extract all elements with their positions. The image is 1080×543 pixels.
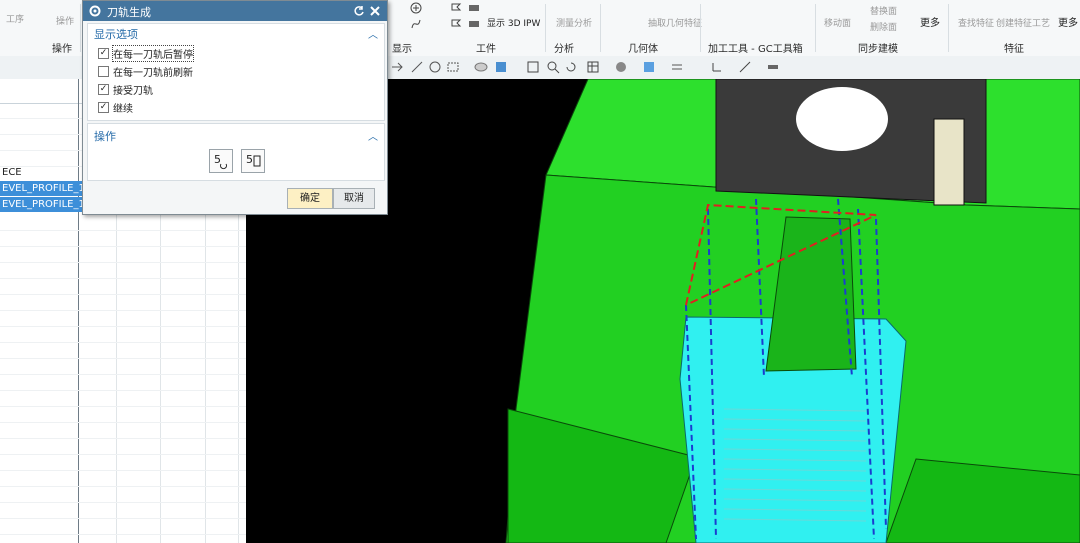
reset-icon[interactable] [353, 5, 365, 17]
checkbox-checked[interactable]: ✓ [98, 84, 109, 95]
table-row[interactable] [0, 439, 246, 455]
close-icon[interactable] [369, 5, 381, 17]
svg-text:5: 5 [246, 153, 253, 166]
ribbon-item-process[interactable]: 工序 [6, 12, 24, 25]
checkbox-label: 接受刀轨 [113, 86, 153, 97]
operations-section: 操作 ︿ [87, 123, 385, 181]
csys-icon[interactable] [710, 60, 724, 74]
measure-icon[interactable] [738, 60, 752, 74]
checkbox-checked[interactable]: ✓ [98, 102, 109, 113]
delete-face-button[interactable]: 删除面 [870, 20, 897, 33]
chevron-up-icon[interactable]: ︿ [368, 26, 378, 41]
curve-icon[interactable] [410, 18, 422, 30]
section-header-operations[interactable]: 操作 [94, 128, 116, 144]
tree-node-operation-selected[interactable]: EVEL_PROFILE_1 [0, 181, 85, 196]
extract-geometry-button[interactable]: 抽取几何特征 [648, 16, 702, 29]
ribbon-separator [815, 4, 816, 52]
more-button[interactable]: 更多 [1058, 14, 1078, 29]
ribbon-separator [600, 4, 601, 52]
tree-node-workpiece[interactable]: ECE [0, 165, 22, 180]
table-row[interactable] [0, 423, 246, 439]
dialog-title-bar[interactable]: 刀轨生成 [83, 1, 387, 21]
shade-icon[interactable] [614, 60, 628, 74]
table-row[interactable] [0, 471, 246, 487]
rect-select-icon[interactable] [446, 60, 460, 74]
render-icon[interactable] [586, 60, 600, 74]
checkbox-checked[interactable]: ✓ [98, 48, 109, 59]
table-row[interactable] [0, 279, 246, 295]
move-face-button[interactable]: 移动面 [824, 16, 851, 29]
ok-button[interactable]: 确定 [287, 188, 333, 209]
checkbox-unchecked[interactable] [98, 66, 109, 77]
tool-path-icon[interactable] [468, 18, 480, 30]
cube-icon[interactable] [494, 60, 508, 74]
replace-face-button[interactable]: 替换面 [870, 4, 897, 17]
table-row[interactable] [0, 455, 246, 471]
checkbox-label: 在每一刀轨前刷新 [113, 68, 193, 79]
table-row[interactable] [0, 327, 246, 343]
table-row[interactable] [0, 263, 246, 279]
flag-icon[interactable] [450, 2, 462, 14]
group-label-feature: 特征 [1004, 44, 1024, 55]
ribbon-separator [80, 4, 81, 52]
layer-icon[interactable] [670, 60, 684, 74]
tool-icon[interactable] [766, 60, 780, 74]
ribbon-item-operation[interactable]: 操作 [56, 14, 74, 27]
chevron-up-icon[interactable]: ︿ [368, 128, 378, 143]
flag-icon[interactable] [450, 18, 462, 30]
create-feature-button[interactable]: 创建特征工艺 [996, 16, 1050, 29]
svg-text:5: 5 [214, 153, 221, 166]
table-row[interactable] [0, 295, 246, 311]
show-3d-ipw-button[interactable]: 显示 3D IPW [487, 16, 540, 29]
table-row[interactable] [0, 503, 246, 519]
table-row[interactable] [0, 359, 246, 375]
table-row[interactable] [0, 215, 246, 231]
generate-toolpath-icon: 5 [214, 153, 227, 170]
table-row[interactable] [0, 375, 246, 391]
toolpath-generation-dialog: 刀轨生成 显示选项 ︿ ✓ 在每一刀轨后暂停 在每一刀轨前刷新 ✓ 接受刀轨 ✓… [82, 0, 388, 215]
group-label-sync: 同步建模 [858, 44, 898, 55]
fit-icon[interactable] [526, 60, 540, 74]
arrow-icon[interactable] [390, 60, 404, 74]
tree-node-operation-selected[interactable]: EVEL_PROFILE_1... [0, 197, 94, 212]
table-row[interactable] [0, 391, 246, 407]
group-label-display: 显示 [392, 44, 412, 55]
group-label-workpiece: 工件 [476, 44, 496, 55]
table-row[interactable] [0, 487, 246, 503]
gear-icon [89, 5, 101, 17]
table-row[interactable] [0, 519, 246, 535]
group-label-analysis: 分析 [554, 44, 574, 55]
cancel-button[interactable]: 取消 [333, 188, 375, 209]
dialog-title: 刀轨生成 [107, 6, 151, 19]
tool-path-icon[interactable] [468, 2, 480, 14]
plus-circle-icon[interactable] [410, 2, 422, 14]
list-button[interactable]: 5 [241, 149, 265, 173]
ribbon-separator [545, 4, 546, 52]
snap-icon[interactable] [410, 60, 424, 74]
table-row[interactable] [0, 407, 246, 423]
ribbon-separator [948, 4, 949, 52]
generate-button[interactable]: 5 [209, 149, 233, 173]
checkbox-label: 在每一刀轨后暂停 [112, 45, 194, 62]
checkbox-label: 继续 [113, 104, 133, 115]
zoom-icon[interactable] [546, 60, 560, 74]
group-label-geometry: 几何体 [628, 44, 658, 55]
display-options-section: 显示选项 ︿ ✓ 在每一刀轨后暂停 在每一刀轨前刷新 ✓ 接受刀轨 ✓ 继续 [87, 23, 385, 121]
view-icon[interactable] [474, 60, 488, 74]
list-toolpath-icon: 5 [246, 153, 261, 167]
table-row[interactable] [0, 231, 246, 247]
find-feature-button[interactable]: 查找特征 [958, 16, 994, 29]
circle-icon[interactable] [428, 60, 442, 74]
table-row[interactable] [0, 343, 246, 359]
rotate-icon[interactable] [564, 60, 578, 74]
group-label-ops: 操作 [52, 44, 72, 55]
ribbon-separator [700, 4, 701, 52]
cube-view-icon[interactable] [642, 60, 656, 74]
table-row[interactable] [0, 247, 246, 263]
measure-analysis-button[interactable]: 测量分析 [556, 16, 592, 29]
group-label-gc-tools: 加工工具 - GC工具箱 [708, 44, 803, 55]
more-button[interactable]: 更多 [920, 14, 940, 29]
section-header-display[interactable]: 显示选项 [94, 26, 138, 42]
table-row[interactable] [0, 311, 246, 327]
